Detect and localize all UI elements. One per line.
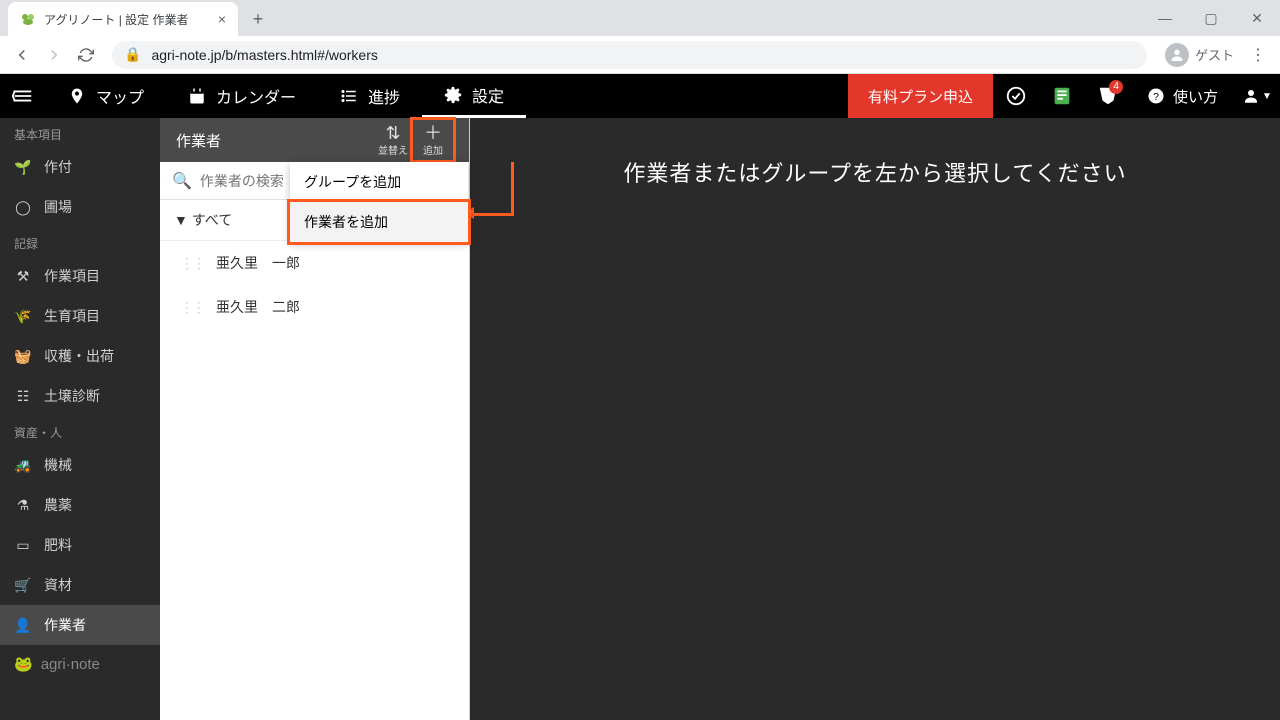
- npk-icon: ▭: [14, 537, 32, 554]
- sidebar-field[interactable]: ◯圃場: [0, 187, 160, 227]
- drag-handle-icon[interactable]: ⋮⋮: [180, 255, 204, 272]
- sidebar-soil[interactable]: ☷土壌診断: [0, 376, 160, 416]
- svg-text:?: ?: [1153, 91, 1159, 103]
- drag-handle-icon[interactable]: ⋮⋮: [180, 299, 204, 316]
- sidebar-machine[interactable]: 🚜機械: [0, 445, 160, 485]
- dropdown-add-group[interactable]: グループを追加: [290, 162, 468, 202]
- person-icon: 👤: [14, 617, 32, 634]
- favicon: [20, 11, 36, 27]
- profile-button[interactable]: ゲスト: [1159, 43, 1240, 67]
- nav-progress[interactable]: 進捗: [318, 74, 422, 118]
- user-menu[interactable]: ▼: [1234, 87, 1280, 105]
- browser-menu[interactable]: ⋮: [1244, 41, 1272, 69]
- url-text: agri-note.jp/b/masters.html#/workers: [151, 47, 377, 63]
- flask-icon: ⚗: [14, 497, 32, 514]
- guest-label: ゲスト: [1195, 45, 1234, 64]
- sort-icon: ⇅: [385, 124, 400, 142]
- field-icon: ◯: [14, 199, 32, 216]
- help-button[interactable]: ?使い方: [1131, 86, 1234, 107]
- sidebar-toggle[interactable]: [0, 85, 46, 107]
- sidebar-worker[interactable]: 👤作業者: [0, 605, 160, 645]
- sidebar-fertilizer[interactable]: ▭肥料: [0, 525, 160, 565]
- brand-footer: 🐸agri·note: [0, 645, 160, 683]
- sidebar-growth-item[interactable]: 🌾生育項目: [0, 296, 160, 336]
- soil-icon: ☷: [14, 388, 32, 405]
- tractor-icon: 🚜: [14, 457, 32, 474]
- growth-icon: 🌾: [14, 308, 32, 325]
- worker-row[interactable]: ⋮⋮亜久里 二郎: [160, 285, 469, 329]
- worker-panel: 作業者 ⇅並替え ＋追加 🔍 ▼ すべて ⋮⋮亜久里 一郎 ⋮⋮亜久里 二郎 グ…: [160, 118, 470, 720]
- sidebar-pesticide[interactable]: ⚗農薬: [0, 485, 160, 525]
- sidebar-section-record: 記録: [0, 227, 160, 256]
- worker-row[interactable]: ⋮⋮亜久里 一郎: [160, 241, 469, 285]
- add-button[interactable]: ＋追加: [413, 120, 453, 160]
- sidebar-section-basic: 基本項目: [0, 118, 160, 147]
- window-close[interactable]: ✕: [1234, 0, 1280, 36]
- notif-badge: 4: [1109, 80, 1123, 94]
- lock-icon: 🔒: [124, 46, 141, 63]
- app-topnav: マップ カレンダー 進捗 設定 有料プラン申込 4 ?使い方 ▼: [0, 74, 1280, 118]
- nav-calendar[interactable]: カレンダー: [166, 74, 318, 118]
- add-dropdown: グループを追加 作業者を追加: [290, 162, 468, 242]
- sidebar-harvest[interactable]: 🧺収穫・出荷: [0, 336, 160, 376]
- search-icon: 🔍: [172, 171, 192, 191]
- browser-tab-strip: アグリノート | 設定 作業者 × + — ▢ ✕: [0, 0, 1280, 36]
- sprout-icon: 🌱: [14, 159, 32, 176]
- settings-sidebar: 基本項目 🌱作付 ◯圃場 記録 ⚒作業項目 🌾生育項目 🧺収穫・出荷 ☷土壌診断…: [0, 118, 160, 720]
- window-minimize[interactable]: —: [1142, 0, 1188, 36]
- sidebar-planting[interactable]: 🌱作付: [0, 147, 160, 187]
- nav-reload[interactable]: [72, 41, 100, 69]
- harvest-icon: 🧺: [14, 348, 32, 365]
- topnav-icon-2[interactable]: [1039, 74, 1085, 118]
- new-tab-button[interactable]: +: [244, 5, 272, 33]
- avatar-icon: [1165, 43, 1189, 67]
- nav-settings[interactable]: 設定: [422, 74, 526, 118]
- dropdown-add-worker[interactable]: 作業者を追加: [290, 202, 468, 242]
- cart-icon: 🛒: [14, 577, 32, 594]
- sort-button[interactable]: ⇅並替え: [373, 120, 413, 160]
- panel-title: 作業者: [176, 130, 373, 151]
- tab-title: アグリノート | 設定 作業者: [44, 11, 189, 28]
- upgrade-button[interactable]: 有料プラン申込: [848, 74, 993, 118]
- notifications[interactable]: 4: [1085, 74, 1131, 118]
- empty-message: 作業者またはグループを左から選択してください: [623, 156, 1126, 720]
- sidebar-work-item[interactable]: ⚒作業項目: [0, 256, 160, 296]
- browser-tab[interactable]: アグリノート | 設定 作業者 ×: [8, 2, 238, 36]
- main-area: 作業者またはグループを左から選択してください: [470, 118, 1280, 720]
- nav-back[interactable]: [8, 41, 36, 69]
- sidebar-material[interactable]: 🛒資材: [0, 565, 160, 605]
- annotation-arrow: [468, 162, 514, 216]
- sidebar-section-asset: 資産・人: [0, 416, 160, 445]
- address-bar[interactable]: 🔒 agri-note.jp/b/masters.html#/workers: [112, 41, 1147, 69]
- nav-forward: [40, 41, 68, 69]
- topnav-icon-1[interactable]: [993, 74, 1039, 118]
- frog-icon: 🐸: [14, 655, 33, 673]
- plus-icon: ＋: [424, 124, 442, 142]
- work-icon: ⚒: [14, 268, 32, 285]
- window-maximize[interactable]: ▢: [1188, 0, 1234, 36]
- tab-close-icon[interactable]: ×: [218, 11, 226, 27]
- browser-toolbar: 🔒 agri-note.jp/b/masters.html#/workers ゲ…: [0, 36, 1280, 74]
- nav-map[interactable]: マップ: [46, 74, 166, 118]
